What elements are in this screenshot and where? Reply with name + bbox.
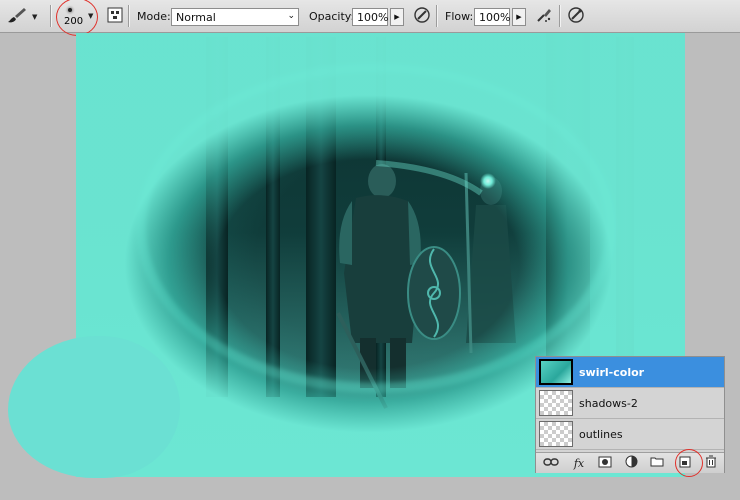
link-layers-icon bbox=[543, 457, 559, 470]
tool-preset-picker[interactable]: ▼ bbox=[6, 0, 42, 33]
pen-pressure-size-icon bbox=[567, 6, 585, 27]
opacity-field[interactable]: 100% bbox=[352, 8, 388, 26]
layer-style-button[interactable]: fx bbox=[570, 455, 588, 471]
pressure-opacity-button[interactable] bbox=[413, 6, 431, 27]
triangle-right-icon: ▶ bbox=[394, 13, 400, 21]
adjustment-layer-icon bbox=[625, 455, 638, 471]
blend-mode-select[interactable]: Normal ⌄ bbox=[171, 8, 299, 26]
opacity-slider-toggle[interactable]: ▶ bbox=[390, 8, 404, 26]
trash-icon bbox=[705, 455, 717, 471]
delete-layer-button[interactable] bbox=[702, 455, 720, 471]
mode-label: Mode: bbox=[137, 10, 171, 23]
chevron-down-icon: ⌄ bbox=[287, 11, 295, 21]
new-layer-icon bbox=[679, 456, 691, 471]
layer-row-shadows-2[interactable]: shadows-2 bbox=[536, 388, 724, 419]
layers-panel: swirl-color shadows-2 outlines fx bbox=[535, 356, 725, 473]
opacity-label: Opacity: bbox=[309, 10, 355, 23]
layer-row-outlines[interactable]: outlines bbox=[536, 419, 724, 450]
opacity-value: 100% bbox=[357, 11, 389, 24]
divider bbox=[128, 5, 129, 27]
divider bbox=[436, 5, 437, 27]
flow-slider-toggle[interactable]: ▶ bbox=[512, 8, 526, 26]
layer-row-swirl-color[interactable]: swirl-color bbox=[536, 357, 724, 388]
add-mask-button[interactable] bbox=[596, 455, 614, 471]
new-group-button[interactable] bbox=[648, 455, 666, 471]
color-splotch bbox=[8, 336, 180, 478]
fx-icon: fx bbox=[573, 456, 585, 470]
layers-panel-footer: fx bbox=[536, 452, 724, 473]
brush-panel-icon bbox=[107, 7, 123, 26]
layer-thumbnail bbox=[539, 390, 573, 416]
layer-thumbnail bbox=[539, 359, 573, 385]
brush-preset-picker[interactable]: 200 ▼ bbox=[58, 0, 100, 33]
layer-thumbnail bbox=[539, 421, 573, 447]
pen-pressure-icon bbox=[413, 6, 431, 27]
flow-value: 100% bbox=[479, 11, 511, 24]
new-group-icon bbox=[650, 456, 664, 470]
brush-tip-icon bbox=[68, 8, 72, 12]
divider bbox=[559, 5, 560, 27]
brush-size-value: 200 bbox=[64, 16, 84, 27]
flow-field[interactable]: 100% bbox=[474, 8, 510, 26]
airbrush-button[interactable] bbox=[535, 7, 553, 25]
blend-mode-value: Normal bbox=[176, 11, 216, 24]
flow-label: Flow: bbox=[445, 10, 474, 23]
airbrush-icon bbox=[535, 6, 553, 27]
triangle-right-icon: ▶ bbox=[516, 13, 522, 21]
layer-mask-icon bbox=[598, 456, 612, 471]
link-layers-button[interactable] bbox=[542, 455, 560, 471]
layer-name: outlines bbox=[579, 428, 623, 441]
brush-panel-toggle[interactable] bbox=[106, 7, 124, 25]
layer-name: swirl-color bbox=[579, 366, 645, 379]
brush-tool-icon bbox=[6, 5, 28, 28]
layer-name: shadows-2 bbox=[579, 397, 638, 410]
new-layer-button[interactable] bbox=[676, 455, 694, 471]
chevron-down-icon: ▼ bbox=[88, 12, 94, 20]
chevron-down-icon: ▼ bbox=[32, 12, 38, 21]
divider bbox=[50, 5, 51, 27]
tool-options-bar: ▼ 200 ▼ Mode: Normal ⌄ Opacity: 100% ▶ F… bbox=[0, 0, 740, 36]
adjustment-layer-button[interactable] bbox=[622, 455, 640, 471]
pressure-size-button[interactable] bbox=[567, 6, 585, 27]
